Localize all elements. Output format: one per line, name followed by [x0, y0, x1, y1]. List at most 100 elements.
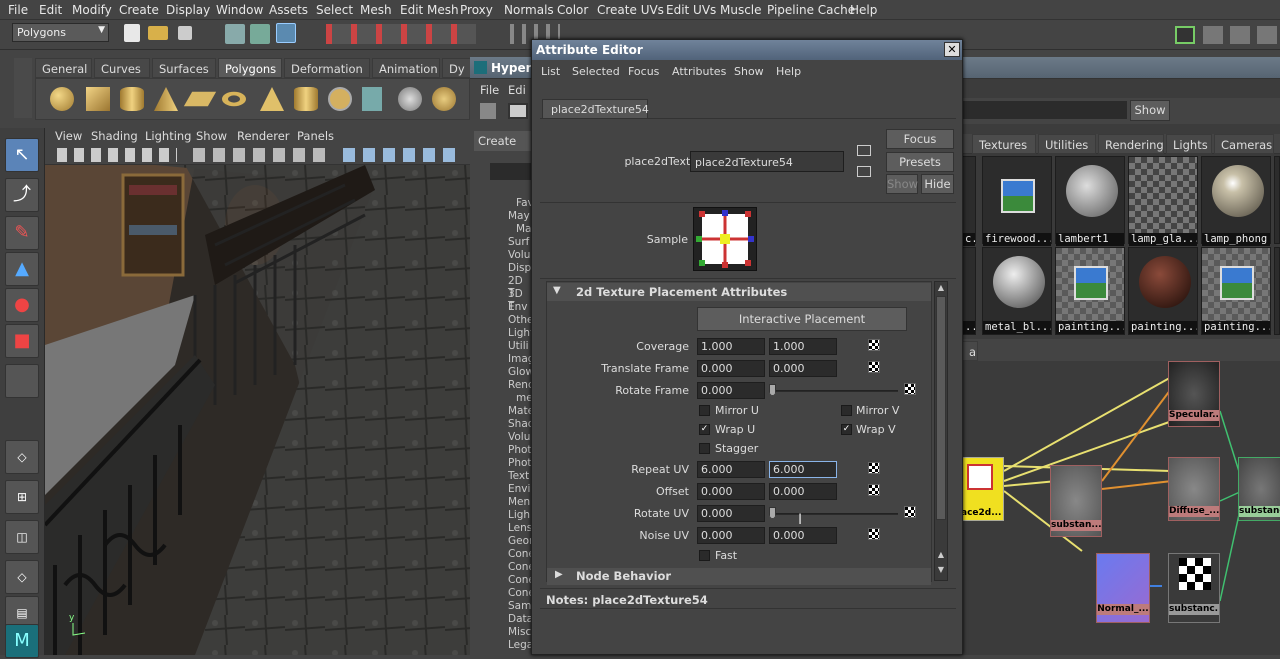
substance-node-3[interactable]: substanc...: [1168, 553, 1220, 623]
3d-viewport[interactable]: y: [45, 165, 470, 655]
ae-menu-list[interactable]: List: [541, 65, 560, 78]
ae-menu-attributes[interactable]: Attributes: [672, 65, 726, 78]
tree-item[interactable]: Sam: [508, 600, 531, 612]
menu-file[interactable]: File: [8, 3, 28, 17]
ae-menu-focus[interactable]: Focus: [628, 65, 659, 78]
section-header-node-behavior[interactable]: ▶ Node Behavior: [547, 568, 931, 585]
scale-tool-icon[interactable]: ■: [5, 324, 39, 358]
tree-item[interactable]: Envi: [508, 483, 530, 495]
menu-edit-mesh[interactable]: Edit Mesh: [400, 3, 459, 17]
ae-menu-show[interactable]: Show: [734, 65, 764, 78]
poly-cylinder-icon[interactable]: [120, 87, 144, 111]
hs-node-graph[interactable]: ace2d... substan... Specular... Diffuse_…: [962, 361, 1280, 655]
layout-four-icon[interactable]: ⊞: [5, 480, 39, 514]
select-tool-icon[interactable]: ↖: [5, 138, 39, 172]
vp-menu-panels[interactable]: Panels: [297, 129, 334, 143]
tree-item[interactable]: Othe: [508, 314, 534, 326]
scrollbar-thumb[interactable]: [936, 296, 946, 520]
map-button-icon[interactable]: [904, 506, 916, 518]
menu-create[interactable]: Create: [119, 3, 159, 17]
tree-item[interactable]: Phot: [508, 444, 532, 456]
menu-edit[interactable]: Edit: [39, 3, 62, 17]
rotate-frame-field[interactable]: 0.000: [697, 382, 765, 399]
tree-item[interactable]: Lega: [508, 639, 533, 651]
swatch-item[interactable]: c...: [962, 156, 976, 246]
menu-display[interactable]: Display: [166, 3, 210, 17]
menu-help[interactable]: Help: [850, 3, 877, 17]
rotate-uv-field[interactable]: 0.000: [697, 505, 765, 522]
combine-icon[interactable]: [328, 87, 352, 111]
normal-node[interactable]: Normal_...: [1096, 553, 1150, 623]
mode-selector[interactable]: Polygons ▼: [12, 23, 109, 42]
poly-sphere-icon[interactable]: [50, 87, 74, 111]
menu-color[interactable]: Color: [557, 3, 588, 17]
rotate-uv-slider[interactable]: [772, 513, 898, 515]
hs-tab-utilities[interactable]: Utilities: [1038, 134, 1096, 154]
select-hierarchy-icon[interactable]: [225, 24, 245, 44]
interactive-placement-button[interactable]: Interactive Placement: [697, 307, 907, 331]
swatch-painting-2[interactable]: painting...: [1128, 247, 1198, 335]
sidebar-toggle-icon[interactable]: [1175, 26, 1195, 44]
coverage-v-field[interactable]: 1.000: [769, 338, 837, 355]
noise-v-field[interactable]: 0.000: [769, 527, 837, 544]
tree-item[interactable]: Disp: [508, 262, 531, 274]
input-connection-icon[interactable]: [857, 145, 871, 156]
select-object-icon[interactable]: [250, 24, 270, 44]
diffuse-node[interactable]: Diffuse_...: [1168, 457, 1220, 521]
vp-menu-lighting[interactable]: Lighting: [145, 129, 191, 143]
menu-mesh[interactable]: Mesh: [360, 3, 392, 17]
hs-tab-textures[interactable]: Textures: [972, 134, 1036, 154]
tree-item[interactable]: Ligh: [508, 509, 530, 521]
offset-u-field[interactable]: 0.000: [697, 483, 765, 500]
open-scene-icon[interactable]: [148, 26, 168, 40]
channel-box-toggle-icon[interactable]: [1257, 26, 1277, 44]
lasso-tool-icon[interactable]: ⤴: [5, 178, 39, 212]
tree-item[interactable]: Phot: [508, 457, 532, 469]
coverage-u-field[interactable]: 1.000: [697, 338, 765, 355]
hs-menu-file[interactable]: File: [480, 83, 499, 97]
fast-checkbox[interactable]: [699, 550, 710, 561]
menu-edit-uvs[interactable]: Edit UVs: [666, 3, 716, 17]
shelf-tab-surfaces[interactable]: Surfaces: [152, 58, 216, 78]
menu-pipeline-cache[interactable]: Pipeline Cache: [767, 3, 855, 17]
poly-pyramid-icon[interactable]: [260, 87, 284, 111]
focus-button[interactable]: Focus: [886, 129, 954, 149]
scroll-down-icon[interactable]: ▼: [936, 565, 946, 575]
swatch-firewood[interactable]: firewood...: [982, 156, 1052, 246]
layout-two-icon[interactable]: ◫: [5, 520, 39, 554]
swatch-item[interactable]: [1274, 156, 1280, 244]
shelf-tab-animation[interactable]: Animation: [372, 58, 440, 78]
hs-toolbar-icon[interactable]: [480, 103, 496, 119]
map-button-icon[interactable]: [868, 484, 880, 496]
ae-menu-help[interactable]: Help: [776, 65, 801, 78]
translate-frame-v-field[interactable]: 0.000: [769, 360, 837, 377]
snap-icons[interactable]: [326, 24, 476, 44]
tree-item[interactable]: Lens: [508, 522, 532, 534]
translate-frame-u-field[interactable]: 0.000: [697, 360, 765, 377]
new-scene-icon[interactable]: [124, 24, 140, 42]
vp-menu-renderer[interactable]: Renderer: [237, 129, 290, 143]
hs-tab-rendering[interactable]: Rendering: [1098, 134, 1164, 154]
map-button-icon[interactable]: [868, 361, 880, 373]
swatch-painting-3[interactable]: painting...: [1201, 247, 1271, 335]
attributes-scrollbar[interactable]: ▲ ▲ ▼: [934, 281, 948, 581]
layout-graph-icon[interactable]: ◇: [5, 560, 39, 594]
shelf-tab-general[interactable]: General: [35, 58, 92, 78]
close-icon[interactable]: ✕: [944, 42, 960, 57]
scroll-up-icon[interactable]: ▲: [936, 550, 946, 560]
swatch-item[interactable]: ...: [962, 247, 976, 335]
offset-v-field[interactable]: 0.000: [769, 483, 837, 500]
poly-plane-icon[interactable]: [183, 91, 217, 107]
menu-muscle[interactable]: Muscle: [720, 3, 762, 17]
shelf-tab-dynamics[interactable]: Dy: [442, 58, 472, 78]
tree-item[interactable]: Surf: [508, 236, 529, 248]
poly-pipe-icon[interactable]: [294, 87, 318, 111]
menu-assets[interactable]: Assets: [269, 3, 308, 17]
wrap-u-checkbox[interactable]: ✓: [699, 424, 710, 435]
shelf-tab-deformation[interactable]: Deformation: [284, 58, 370, 78]
repeat-v-field[interactable]: 6.000: [769, 461, 837, 478]
rotate-frame-slider[interactable]: [772, 390, 898, 392]
presets-button[interactable]: Presets: [886, 152, 954, 172]
smooth-icon[interactable]: [398, 87, 422, 111]
tree-item[interactable]: Text: [508, 470, 529, 482]
